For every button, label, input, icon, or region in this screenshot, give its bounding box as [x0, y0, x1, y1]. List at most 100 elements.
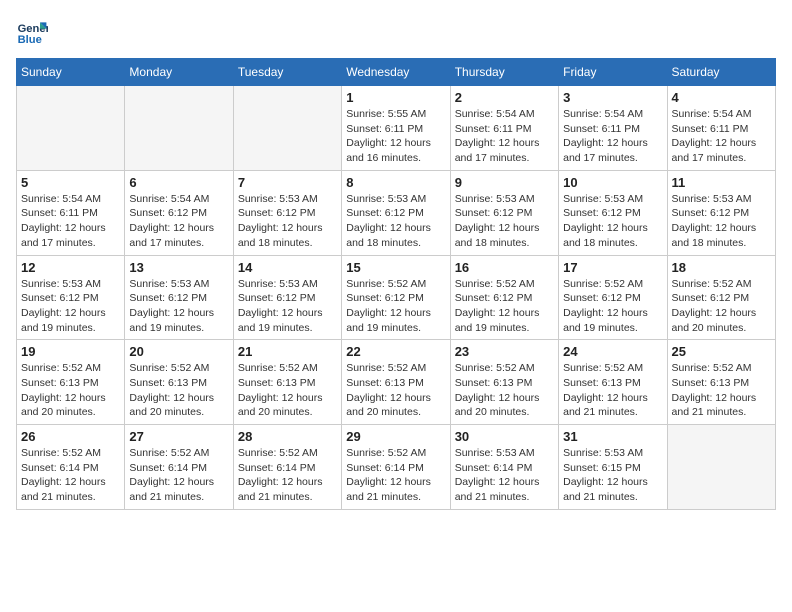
calendar-cell: 17 Sunrise: 5:52 AM Sunset: 6:12 PM Dayli…	[559, 255, 667, 340]
calendar-cell: 25 Sunrise: 5:52 AM Sunset: 6:13 PM Dayli…	[667, 340, 775, 425]
day-info: Sunrise: 5:52 AM Sunset: 6:13 PM Dayligh…	[672, 361, 771, 420]
calendar-week-3: 12 Sunrise: 5:53 AM Sunset: 6:12 PM Dayli…	[17, 255, 776, 340]
day-info: Sunrise: 5:52 AM Sunset: 6:12 PM Dayligh…	[346, 277, 445, 336]
day-number: 9	[455, 175, 554, 190]
day-info: Sunrise: 5:53 AM Sunset: 6:12 PM Dayligh…	[672, 192, 771, 251]
day-info: Sunrise: 5:53 AM Sunset: 6:12 PM Dayligh…	[346, 192, 445, 251]
day-info: Sunrise: 5:54 AM Sunset: 6:11 PM Dayligh…	[672, 107, 771, 166]
day-number: 2	[455, 90, 554, 105]
day-info: Sunrise: 5:52 AM Sunset: 6:14 PM Dayligh…	[238, 446, 337, 505]
day-number: 26	[21, 429, 120, 444]
calendar-cell: 19Sunrise: 5:52 AM Sunset: 6:13 PM Dayli…	[17, 340, 125, 425]
calendar-cell	[667, 425, 775, 510]
calendar-cell: 5 Sunrise: 5:54 AM Sunset: 6:11 PM Daylig…	[17, 170, 125, 255]
weekday-header-friday: Friday	[559, 59, 667, 86]
day-info: Sunrise: 5:53 AM Sunset: 6:12 PM Dayligh…	[238, 192, 337, 251]
day-info: Sunrise: 5:54 AM Sunset: 6:11 PM Dayligh…	[455, 107, 554, 166]
calendar-cell: 27 Sunrise: 5:52 AM Sunset: 6:14 PM Dayli…	[125, 425, 233, 510]
day-number: 1	[346, 90, 445, 105]
day-number: 17	[563, 260, 662, 275]
day-number: 30	[455, 429, 554, 444]
calendar-cell	[17, 86, 125, 171]
calendar-cell: 15 Sunrise: 5:52 AM Sunset: 6:12 PM Dayli…	[342, 255, 450, 340]
calendar-cell: 20Sunrise: 5:52 AM Sunset: 6:13 PM Dayli…	[125, 340, 233, 425]
calendar-cell: 24 Sunrise: 5:52 AM Sunset: 6:13 PM Dayli…	[559, 340, 667, 425]
day-info: Sunrise: 5:53 AM Sunset: 6:12 PM Dayligh…	[455, 192, 554, 251]
day-info: Sunrise: 5:54 AM Sunset: 6:11 PM Dayligh…	[563, 107, 662, 166]
calendar-cell: 13 Sunrise: 5:53 AM Sunset: 6:12 PM Dayli…	[125, 255, 233, 340]
day-info: Sunrise: 5:52 AM Sunset: 6:14 PM Dayligh…	[129, 446, 228, 505]
day-info: Sunrise: 5:55 AM Sunset: 6:11 PM Dayligh…	[346, 107, 445, 166]
day-number: 24	[563, 344, 662, 359]
calendar-cell	[125, 86, 233, 171]
svg-text:Blue: Blue	[18, 34, 42, 46]
day-number: 31	[563, 429, 662, 444]
day-number: 12	[21, 260, 120, 275]
day-number: 27	[129, 429, 228, 444]
day-number: 11	[672, 175, 771, 190]
day-number: 4	[672, 90, 771, 105]
day-number: 13	[129, 260, 228, 275]
day-number: 22	[346, 344, 445, 359]
logo: General Blue	[16, 16, 52, 48]
day-info: Sunrise: 5:52 AM Sunset: 6:12 PM Dayligh…	[672, 277, 771, 336]
calendar-cell: 1 Sunrise: 5:55 AM Sunset: 6:11 PM Daylig…	[342, 86, 450, 171]
day-number: 21	[238, 344, 337, 359]
day-number: 10	[563, 175, 662, 190]
weekday-header-saturday: Saturday	[667, 59, 775, 86]
day-number: 3	[563, 90, 662, 105]
day-number: 28	[238, 429, 337, 444]
calendar-week-5: 26 Sunrise: 5:52 AM Sunset: 6:14 PM Dayli…	[17, 425, 776, 510]
day-info: Sunrise: 5:54 AM Sunset: 6:12 PM Dayligh…	[129, 192, 228, 251]
day-info: Sunrise: 5:52 AM Sunset: 6:12 PM Dayligh…	[563, 277, 662, 336]
day-number: 15	[346, 260, 445, 275]
day-info: Sunrise: 5:52 AM Sunset: 6:13 PM Dayligh…	[563, 361, 662, 420]
calendar-cell: 31Sunrise: 5:53 AM Sunset: 6:15 PM Dayli…	[559, 425, 667, 510]
calendar-cell: 22 Sunrise: 5:52 AM Sunset: 6:13 PM Dayli…	[342, 340, 450, 425]
calendar-cell: 21 Sunrise: 5:52 AM Sunset: 6:13 PM Dayli…	[233, 340, 341, 425]
calendar-cell: 28 Sunrise: 5:52 AM Sunset: 6:14 PM Dayli…	[233, 425, 341, 510]
calendar-cell: 23Sunrise: 5:52 AM Sunset: 6:13 PM Dayli…	[450, 340, 558, 425]
calendar-table: SundayMondayTuesdayWednesdayThursdayFrid…	[16, 58, 776, 510]
calendar-week-2: 5 Sunrise: 5:54 AM Sunset: 6:11 PM Daylig…	[17, 170, 776, 255]
page-header: General Blue	[16, 16, 776, 48]
day-number: 6	[129, 175, 228, 190]
calendar-cell	[233, 86, 341, 171]
day-number: 14	[238, 260, 337, 275]
calendar-cell: 8 Sunrise: 5:53 AM Sunset: 6:12 PM Daylig…	[342, 170, 450, 255]
calendar-cell: 4 Sunrise: 5:54 AM Sunset: 6:11 PM Daylig…	[667, 86, 775, 171]
calendar-cell: 9 Sunrise: 5:53 AM Sunset: 6:12 PM Daylig…	[450, 170, 558, 255]
calendar-cell: 18 Sunrise: 5:52 AM Sunset: 6:12 PM Dayli…	[667, 255, 775, 340]
day-number: 29	[346, 429, 445, 444]
calendar-cell: 14 Sunrise: 5:53 AM Sunset: 6:12 PM Dayli…	[233, 255, 341, 340]
calendar-cell: 12Sunrise: 5:53 AM Sunset: 6:12 PM Dayli…	[17, 255, 125, 340]
calendar-cell: 16 Sunrise: 5:52 AM Sunset: 6:12 PM Dayli…	[450, 255, 558, 340]
weekday-header-sunday: Sunday	[17, 59, 125, 86]
calendar-cell: 2 Sunrise: 5:54 AM Sunset: 6:11 PM Daylig…	[450, 86, 558, 171]
day-info: Sunrise: 5:53 AM Sunset: 6:14 PM Dayligh…	[455, 446, 554, 505]
day-info: Sunrise: 5:52 AM Sunset: 6:13 PM Dayligh…	[455, 361, 554, 420]
calendar-cell: 3 Sunrise: 5:54 AM Sunset: 6:11 PM Daylig…	[559, 86, 667, 171]
day-info: Sunrise: 5:52 AM Sunset: 6:14 PM Dayligh…	[346, 446, 445, 505]
logo-icon: General Blue	[16, 16, 48, 48]
day-info: Sunrise: 5:52 AM Sunset: 6:13 PM Dayligh…	[346, 361, 445, 420]
day-info: Sunrise: 5:53 AM Sunset: 6:12 PM Dayligh…	[238, 277, 337, 336]
calendar-cell: 10 Sunrise: 5:53 AM Sunset: 6:12 PM Dayli…	[559, 170, 667, 255]
calendar-cell: 11 Sunrise: 5:53 AM Sunset: 6:12 PM Dayli…	[667, 170, 775, 255]
day-info: Sunrise: 5:52 AM Sunset: 6:13 PM Dayligh…	[129, 361, 228, 420]
calendar-cell: 30 Sunrise: 5:53 AM Sunset: 6:14 PM Dayli…	[450, 425, 558, 510]
calendar-cell: 7Sunrise: 5:53 AM Sunset: 6:12 PM Daylig…	[233, 170, 341, 255]
weekday-header-tuesday: Tuesday	[233, 59, 341, 86]
day-info: Sunrise: 5:52 AM Sunset: 6:13 PM Dayligh…	[238, 361, 337, 420]
calendar-week-4: 19Sunrise: 5:52 AM Sunset: 6:13 PM Dayli…	[17, 340, 776, 425]
day-info: Sunrise: 5:53 AM Sunset: 6:12 PM Dayligh…	[129, 277, 228, 336]
calendar-cell: 29 Sunrise: 5:52 AM Sunset: 6:14 PM Dayli…	[342, 425, 450, 510]
day-number: 8	[346, 175, 445, 190]
day-info: Sunrise: 5:52 AM Sunset: 6:12 PM Dayligh…	[455, 277, 554, 336]
day-number: 25	[672, 344, 771, 359]
day-number: 16	[455, 260, 554, 275]
day-number: 5	[21, 175, 120, 190]
day-info: Sunrise: 5:53 AM Sunset: 6:12 PM Dayligh…	[563, 192, 662, 251]
day-number: 18	[672, 260, 771, 275]
day-info: Sunrise: 5:54 AM Sunset: 6:11 PM Dayligh…	[21, 192, 120, 251]
